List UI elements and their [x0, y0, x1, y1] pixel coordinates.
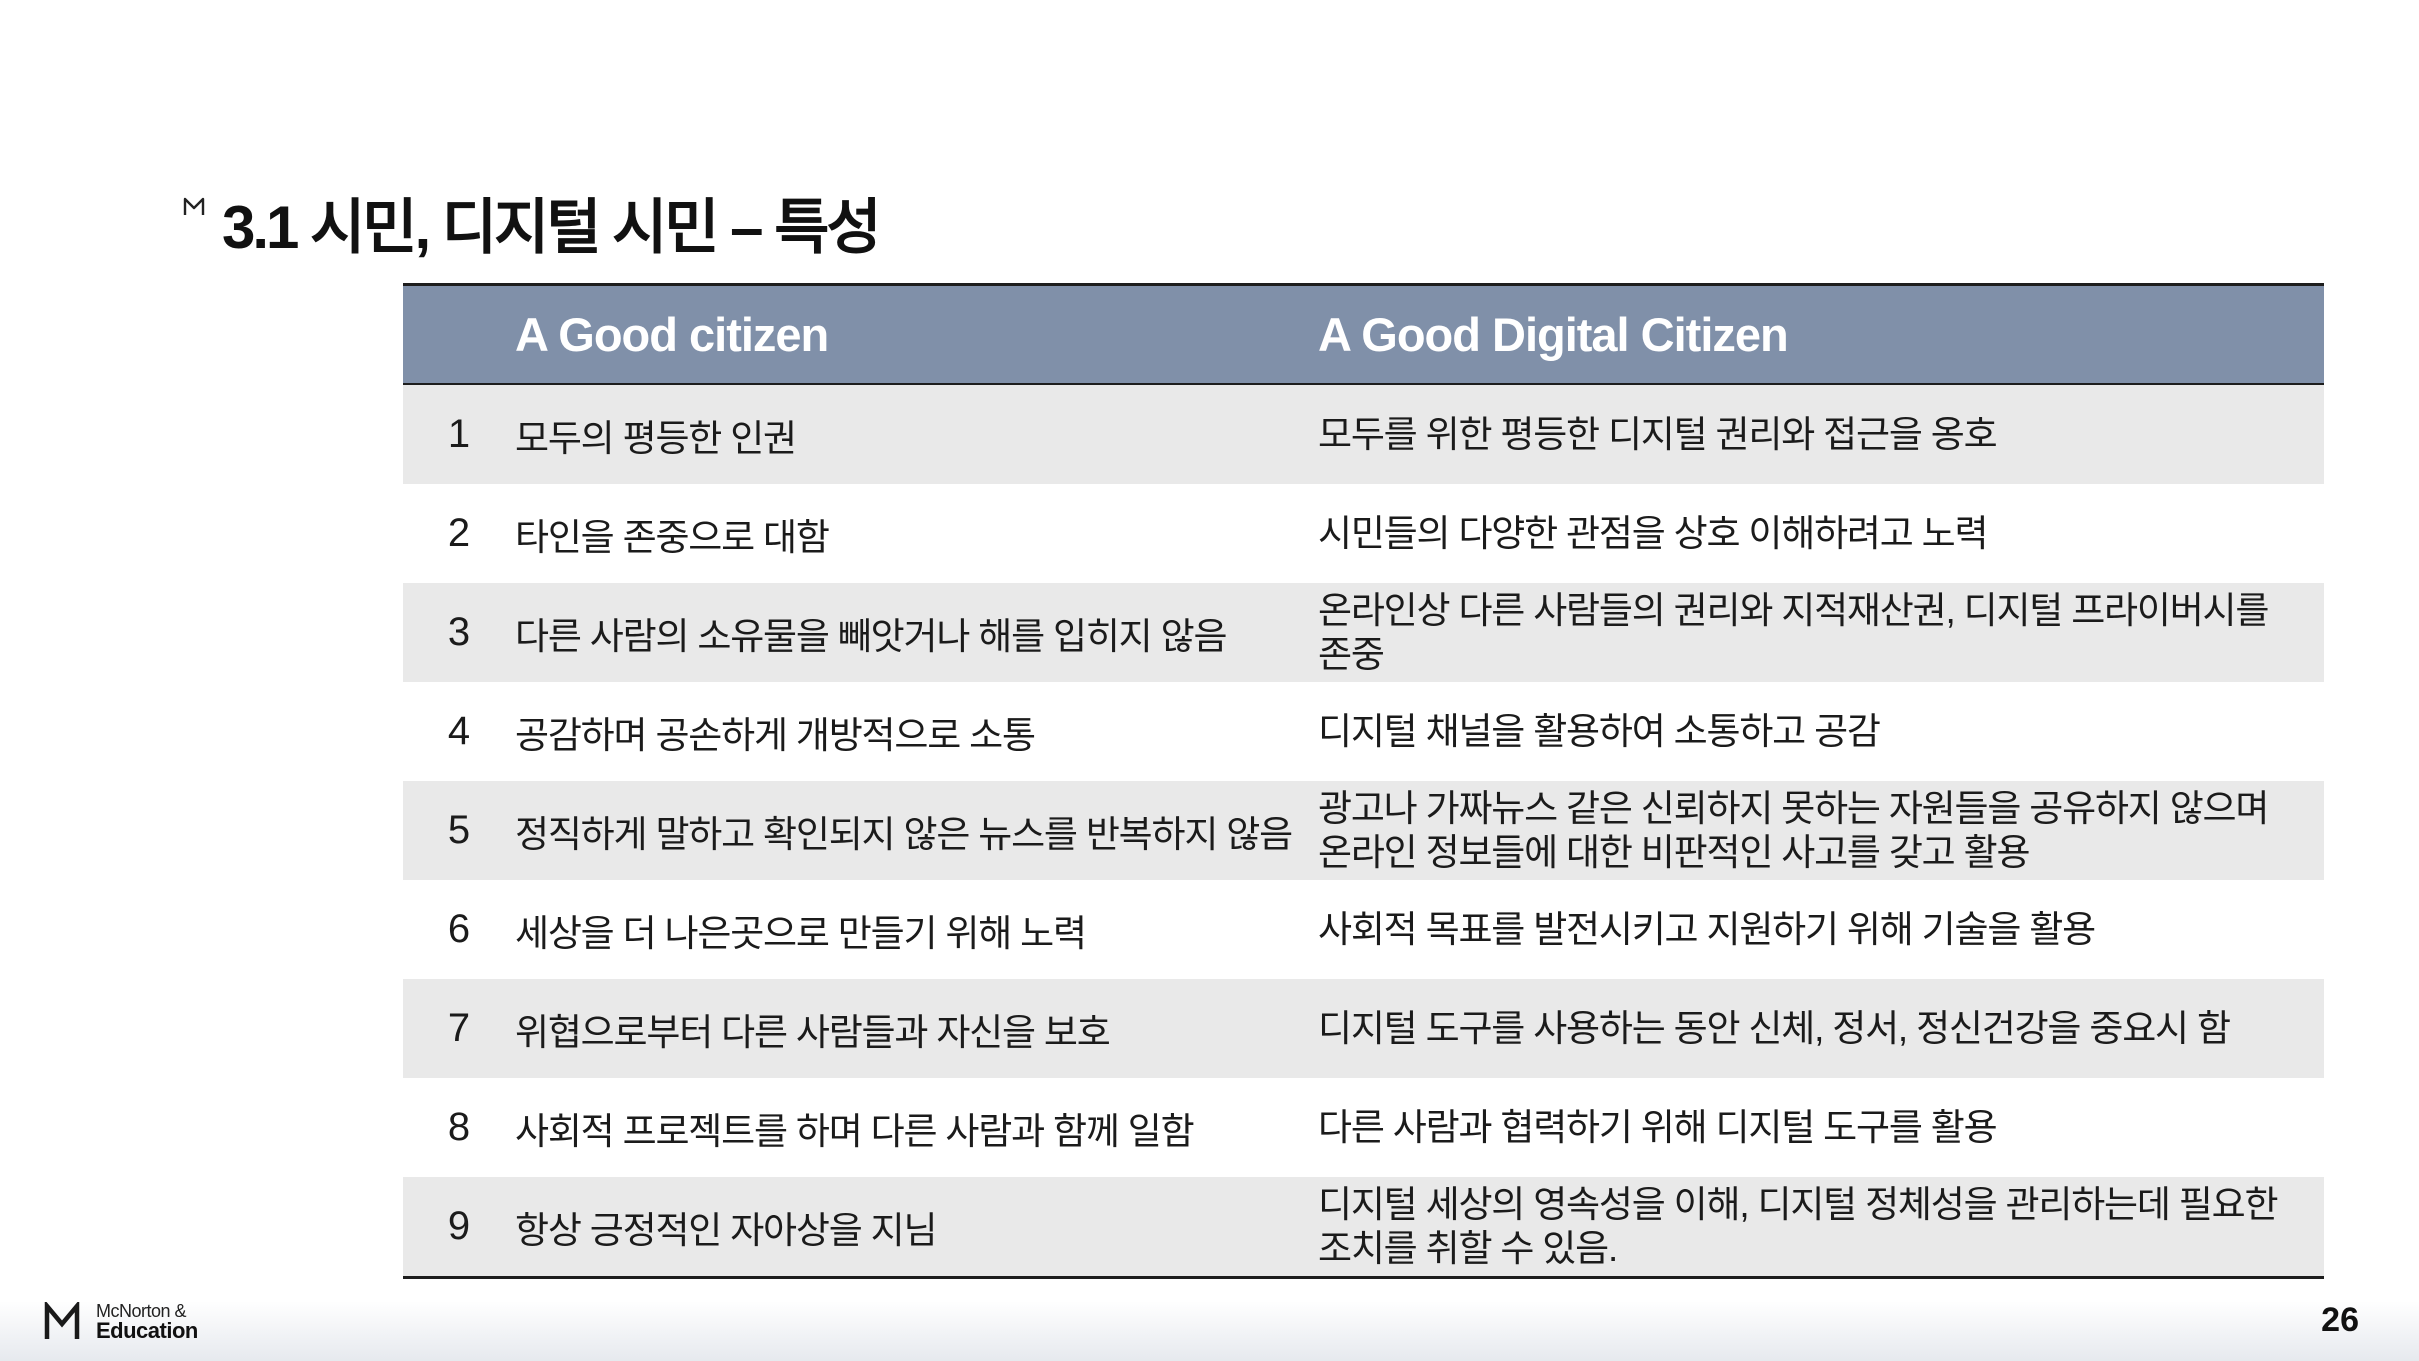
table-row: 3 다른 사람의 소유물을 빼앗거나 해를 입히지 않음 온라인상 다른 사람들…: [403, 583, 2324, 682]
citizen-cell: 타인을 존중으로 대함: [515, 516, 830, 558]
page-number: 26: [2321, 1301, 2359, 1339]
citizen-cell: 항상 긍정적인 자아상을 지님: [515, 1209, 938, 1251]
row-number: 5: [447, 808, 471, 852]
table-row: 6 세상을 더 나은곳으로 만들기 위해 노력 사회적 목표를 발전시키고 지원…: [403, 880, 2324, 979]
citizen-cell: 공감하며 공손하게 개방적으로 소통: [515, 714, 1036, 756]
row-number: 1: [447, 412, 471, 456]
slide-title: 3.1 시민, 디지털 시민 – 특성: [222, 194, 882, 261]
table-header-row: A Good citizen A Good Digital Citizen: [403, 286, 2324, 385]
comparison-table: A Good citizen A Good Digital Citizen 1 …: [403, 283, 2324, 1279]
row-number: 2: [447, 511, 471, 555]
digital-citizen-cell: 다른 사람과 협력하기 위해 디지털 도구를 활용: [1318, 1106, 1998, 1148]
digital-citizen-cell: 디지털 세상의 영속성을 이해, 디지털 정체성을 관리하는데 필요한 조치를 …: [1318, 1183, 2279, 1269]
citizen-cell: 세상을 더 나은곳으로 만들기 위해 노력: [515, 912, 1087, 954]
citizen-cell: 모두의 평등한 인권: [515, 417, 797, 459]
table-row: 2 타인을 존중으로 대함 시민들의 다양한 관점을 상호 이해하려고 노력: [403, 484, 2324, 583]
digital-citizen-cell: 광고나 가짜뉴스 같은 신뢰하지 못하는 자원들을 공유하지 않으며 온라인 정…: [1318, 787, 2269, 873]
citizen-cell: 위협으로부터 다른 사람들과 자신을 보호: [515, 1011, 1111, 1053]
citizen-cell: 사회적 프로젝트를 하며 다른 사람과 함께 일함: [515, 1110, 1195, 1152]
table-row: 8 사회적 프로젝트를 하며 다른 사람과 함께 일함 다른 사람과 협력하기 …: [403, 1078, 2324, 1177]
header-good-citizen: A Good citizen: [515, 308, 829, 361]
digital-citizen-cell: 온라인상 다른 사람들의 권리와 지적재산권, 디지털 프라이버시를 존중: [1318, 589, 2269, 675]
table-row: 9 항상 긍정적인 자아상을 지님 디지털 세상의 영속성을 이해, 디지털 정…: [403, 1177, 2324, 1276]
digital-citizen-cell: 모두를 위한 평등한 디지털 권리와 접근을 옹호: [1318, 413, 1998, 455]
logo-text: McNorton & Education: [96, 1302, 198, 1342]
mcnorton-mark-icon: [183, 197, 205, 215]
header-good-digital-citizen: A Good Digital Citizen: [1318, 308, 1789, 361]
company-logo: McNorton & Education: [44, 1302, 198, 1342]
row-number: 6: [447, 907, 471, 951]
citizen-cell: 다른 사람의 소유물을 빼앗거나 해를 입히지 않음: [515, 615, 1227, 657]
row-number: 8: [447, 1105, 471, 1149]
digital-citizen-cell: 시민들의 다양한 관점을 상호 이해하려고 노력: [1318, 512, 1989, 554]
row-number: 9: [447, 1204, 471, 1248]
row-number: 3: [447, 610, 471, 654]
table-row: 1 모두의 평등한 인권 모두를 위한 평등한 디지털 권리와 접근을 옹호: [403, 385, 2324, 484]
logo-education-line: Education: [96, 1318, 198, 1343]
digital-citizen-cell: 디지털 채널을 활용하여 소통하고 공감: [1318, 710, 1881, 752]
table-row: 4 공감하며 공손하게 개방적으로 소통 디지털 채널을 활용하여 소통하고 공…: [403, 682, 2324, 781]
table-row: 7 위협으로부터 다른 사람들과 자신을 보호 디지털 도구를 사용하는 동안 …: [403, 979, 2324, 1078]
row-number: 7: [447, 1006, 471, 1050]
digital-citizen-cell: 디지털 도구를 사용하는 동안 신체, 정서, 정신건강을 중요시 함: [1318, 1007, 2231, 1049]
digital-citizen-cell: 사회적 목표를 발전시키고 지원하기 위해 기술을 활용: [1318, 908, 2096, 950]
row-number: 4: [447, 709, 471, 753]
citizen-cell: 정직하게 말하고 확인되지 않은 뉴스를 반복하지 않음: [515, 813, 1293, 855]
bottom-gradient: [0, 1301, 2419, 1361]
table-row: 5 정직하게 말하고 확인되지 않은 뉴스를 반복하지 않음 광고나 가짜뉴스 …: [403, 781, 2324, 880]
mcnorton-logo-icon: [44, 1302, 80, 1339]
